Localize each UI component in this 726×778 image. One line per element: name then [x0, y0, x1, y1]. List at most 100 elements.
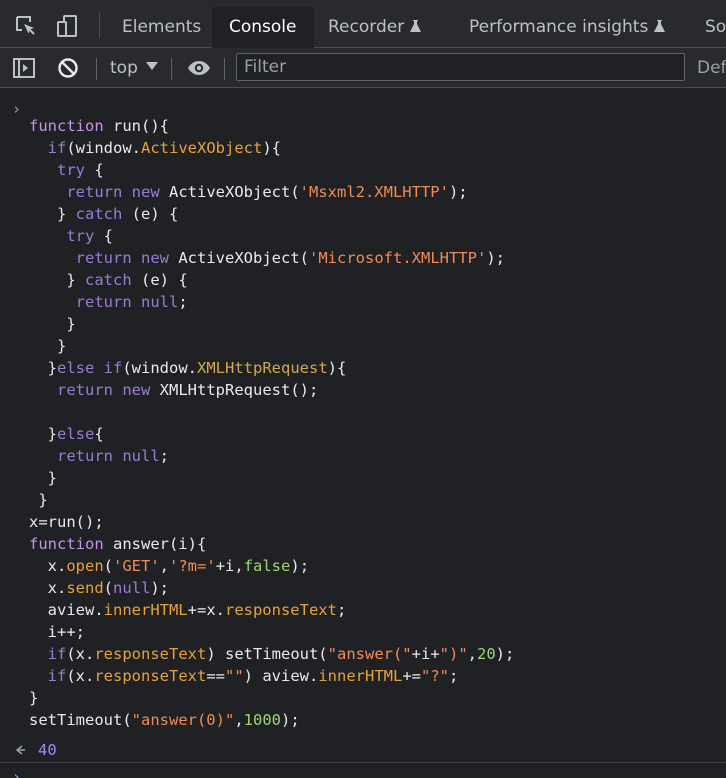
code-line: }: [29, 467, 514, 489]
code-token: return: [75, 249, 132, 267]
code-token: function: [29, 117, 104, 135]
code-line: function run(){: [29, 115, 514, 137]
code-token: run(){: [103, 117, 169, 135]
code-token: "": [225, 667, 244, 685]
show-sidebar-icon[interactable]: [12, 56, 36, 80]
code-line: x.open('GET','?m='+i,false);: [29, 555, 514, 577]
code-line: } catch (e) {: [29, 203, 514, 225]
code-line: function answer(i){: [29, 533, 514, 555]
tab-performance-insights[interactable]: Performance insights: [469, 8, 666, 47]
code-token: ,: [159, 557, 170, 575]
log-levels-dropdown[interactable]: Def: [697, 56, 726, 80]
code-token: new: [141, 249, 170, 267]
code-token: +=x.: [187, 601, 225, 619]
code-token: if: [47, 645, 67, 663]
code-token: setTimeout(: [29, 711, 132, 729]
code-token: try: [66, 227, 95, 245]
code-token: if: [47, 667, 67, 685]
clear-console-icon[interactable]: [56, 56, 80, 80]
tab-sources[interactable]: So: [705, 8, 726, 47]
console-output[interactable]: › function run(){ if (window. ActiveXObjec…: [0, 88, 726, 778]
code-line: aview.innerHTML+=x.responseText;: [29, 599, 514, 621]
code-line: try {: [29, 225, 514, 247]
toolbar-separator: [171, 58, 172, 80]
console-input-code[interactable]: function run(){ if(window.ActiveXObject)…: [29, 115, 514, 731]
code-line: if(x.responseText) setTimeout("answer("+…: [29, 643, 515, 665]
code-token: null: [141, 293, 179, 311]
devtools-tabbar: Elements Console Recorder Performance in…: [0, 0, 726, 48]
code-token: ) setTimeout(: [206, 645, 328, 663]
code-token: responseText: [224, 601, 337, 619]
code-token: return: [57, 447, 113, 465]
code-token: ,: [234, 711, 244, 729]
code-token: }: [29, 315, 76, 333]
code-token: null: [113, 579, 151, 597]
code-token: ){: [327, 359, 347, 377]
result-value: 40: [38, 741, 57, 759]
code-token: catch: [85, 271, 132, 289]
code-token: innerHTML: [103, 601, 188, 619]
tab-recorder[interactable]: Recorder: [328, 8, 422, 47]
code-token: }: [29, 271, 85, 289]
device-toolbar-icon[interactable]: [56, 14, 80, 38]
toolbar-separator: [96, 58, 97, 80]
tab-console[interactable]: Console: [212, 7, 314, 48]
code-token: }: [29, 205, 76, 223]
code-token: );: [280, 711, 300, 729]
code-token: ActiveXObject(: [169, 249, 309, 267]
inspect-element-icon[interactable]: [14, 14, 38, 38]
code-token: new: [131, 183, 160, 201]
code-line: setTimeout("answer(0)",1000);: [29, 709, 514, 731]
code-token: false: [243, 557, 291, 575]
code-token: ;: [336, 601, 347, 619]
code-line: }: [29, 335, 514, 357]
filter-input[interactable]: [236, 53, 685, 81]
code-token: '?m=': [169, 557, 216, 575]
code-token: XMLHttpRequest();: [150, 381, 319, 399]
context-selector[interactable]: top: [110, 56, 158, 80]
code-token: (window.: [122, 359, 197, 377]
code-line: }: [29, 489, 514, 511]
devtools-window: Elements Console Recorder Performance in…: [0, 0, 726, 778]
code-line: }else if(window.XMLHttpRequest){: [29, 357, 514, 379]
code-line: }: [29, 313, 514, 335]
code-token: ) aview.: [243, 667, 319, 685]
code-token: if: [47, 139, 67, 157]
code-token: 1000: [243, 711, 281, 729]
code-token: "answer(": [327, 645, 412, 663]
code-token: +i,: [215, 557, 244, 575]
code-line: }: [29, 687, 514, 709]
code-token: ){: [262, 139, 281, 157]
code-token: 'Msxml2.XMLHTTP': [299, 183, 449, 201]
code-line: x.send(null);: [29, 577, 514, 599]
tabbar-separator: [99, 12, 100, 38]
toolbar-separator: [224, 58, 225, 80]
code-token: send: [66, 579, 104, 597]
code-token: else: [57, 425, 95, 443]
live-expression-eye-icon[interactable]: [187, 56, 211, 80]
code-line: return null;: [29, 291, 514, 313]
code-token: {: [85, 161, 104, 179]
code-token: ;: [449, 667, 459, 685]
code-token: XMLHttpRequest: [197, 359, 328, 377]
prompt-chevron-icon[interactable]: ›: [12, 768, 21, 778]
code-token: ,: [467, 645, 477, 663]
code-token: (: [103, 579, 113, 597]
console-result: 40: [0, 739, 726, 761]
code-token: ;: [159, 447, 170, 465]
tab-elements[interactable]: Elements: [122, 8, 201, 47]
code-line: return new ActiveXObject('Msxml2.XMLHTTP…: [29, 181, 514, 203]
input-chevron-icon: ›: [12, 100, 22, 118]
code-token: i++;: [29, 623, 85, 641]
code-line: } catch (e) {: [29, 269, 514, 291]
code-line: return new ActiveXObject('Microsoft.XMLH…: [29, 247, 514, 269]
